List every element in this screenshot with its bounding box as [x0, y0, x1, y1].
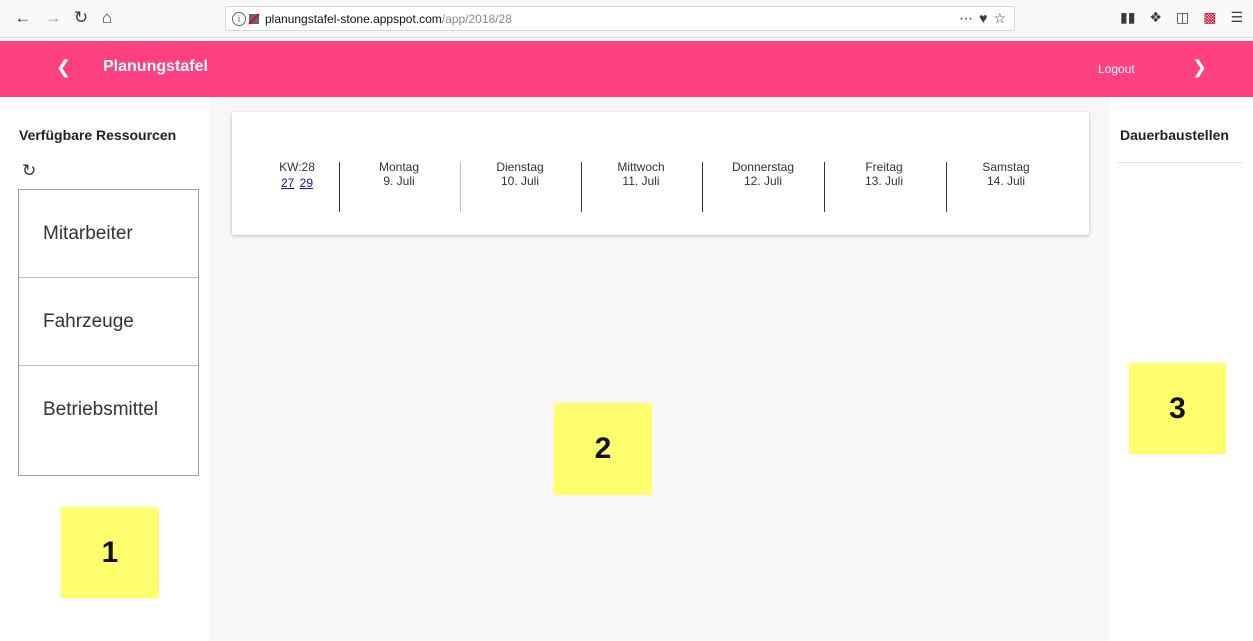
resource-item-betriebsmittel[interactable]: Betriebsmittel [19, 366, 198, 454]
back-chevron-icon[interactable]: ❮ [56, 57, 71, 78]
url-bar[interactable]: i planungstafel-stone.appspot.com/app/20… [225, 6, 1015, 31]
day-date: 11. Juli [622, 174, 660, 188]
resource-list: Mitarbeiter Fahrzeuge Betriebsmittel [18, 189, 199, 476]
addon-icon[interactable]: ▩ [1203, 9, 1216, 26]
home-icon[interactable]: ⌂ [96, 7, 118, 29]
app-title: Planungstafel [103, 58, 208, 75]
day-wednesday[interactable]: Mittwoch 11. Juli [586, 160, 696, 188]
kw-label: KW:28 [279, 160, 315, 174]
day-name: Samstag [982, 160, 1030, 174]
calendar-week: KW:28 27 29 [272, 160, 322, 190]
resources-title: Verfügbare Ressourcen [19, 127, 177, 143]
sidebar-icon[interactable]: ◫ [1176, 9, 1189, 26]
day-divider [702, 162, 703, 212]
day-date: 10. Juli [500, 174, 540, 188]
menu-icon[interactable]: ☰ [1230, 9, 1243, 26]
more-actions-icon[interactable]: ⋯ [959, 10, 973, 27]
day-divider [946, 162, 947, 212]
annotation-label-3: 3 [1129, 363, 1226, 454]
logout-button[interactable]: Logout [1098, 62, 1135, 76]
day-monday[interactable]: Montag 9. Juli [344, 160, 454, 188]
resources-panel: Verfügbare Ressourcen ↻ Mitarbeiter Fahr… [0, 97, 210, 641]
reload-icon[interactable]: ↻ [70, 7, 92, 29]
annotation-label-2: 2 [554, 403, 652, 495]
browser-toolbar: ← → ↻ ⌂ i planungstafel-stone.appspot.co… [0, 0, 1253, 38]
long-term-sites-title: Dauerbaustellen [1120, 127, 1229, 143]
day-thursday[interactable]: Donnerstag 12. Juli [708, 160, 818, 188]
forward-arrow-icon[interactable]: → [42, 7, 64, 29]
back-arrow-icon[interactable]: ← [12, 7, 34, 29]
day-name: Montag [378, 160, 420, 174]
resource-item-fahrzeuge[interactable]: Fahrzeuge [19, 278, 198, 366]
day-name: Dienstag [496, 160, 544, 174]
day-divider [824, 162, 825, 212]
week-header: KW:28 27 29 Montag 9. Juli Dienstag 10. … [232, 112, 1089, 235]
day-divider [460, 162, 461, 212]
library-icon[interactable]: ▮▮ [1120, 9, 1135, 26]
url-host: planungstafel-stone.appspot.com [265, 11, 442, 26]
annotation-label-1: 1 [61, 507, 159, 598]
planning-board: KW:28 27 29 Montag 9. Juli Dienstag 10. … [210, 97, 1109, 641]
pocket-icon[interactable]: ♥ [979, 10, 987, 27]
next-week-link[interactable]: 29 [300, 176, 313, 190]
url-text: planungstafel-stone.appspot.com/app/2018… [265, 12, 512, 26]
bookmark-star-icon[interactable]: ☆ [993, 10, 1006, 27]
day-date: 12. Juli [743, 174, 783, 188]
day-date: 14. Juli [986, 174, 1026, 188]
app-bar: ❮ Planungstafel Logout ❯ [0, 41, 1253, 97]
url-path: /app/2018/28 [441, 11, 512, 26]
insecure-lock-icon[interactable] [248, 12, 260, 25]
long-term-sites-panel: Dauerbaustellen 3 [1109, 97, 1253, 641]
day-saturday[interactable]: Samstag 14. Juli [951, 160, 1061, 188]
info-icon[interactable]: i [232, 11, 246, 26]
day-divider [581, 162, 582, 212]
resource-item-mitarbeiter[interactable]: Mitarbeiter [19, 190, 198, 278]
day-date: 13. Juli [864, 174, 904, 188]
day-friday[interactable]: Freitag 13. Juli [829, 160, 939, 188]
day-tuesday[interactable]: Dienstag 10. Juli [465, 160, 575, 188]
refresh-icon[interactable]: ↻ [22, 161, 36, 181]
day-divider [339, 162, 340, 212]
day-name: Donnerstag [731, 160, 795, 174]
extension-icon[interactable]: ❖ [1149, 9, 1162, 26]
day-name: Freitag [865, 160, 903, 174]
day-name: Mittwoch [617, 160, 665, 174]
forward-chevron-icon[interactable]: ❯ [1192, 57, 1207, 78]
prev-week-link[interactable]: 27 [281, 176, 294, 190]
title-divider [1117, 162, 1243, 163]
day-date: 9. Juli [383, 174, 415, 188]
